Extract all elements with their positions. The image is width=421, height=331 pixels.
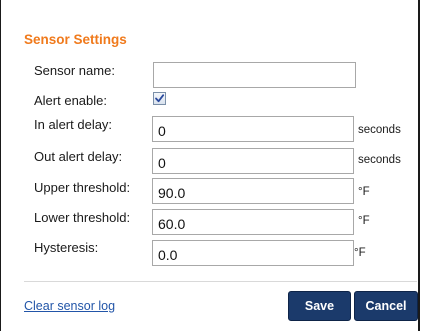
panel-title: Sensor Settings [24, 32, 127, 47]
sensor-name-label: Sensor name: [34, 63, 115, 78]
lower-threshold-label: Lower threshold: [34, 210, 131, 225]
checkmark-icon [155, 94, 165, 103]
upper-threshold-unit: °F [358, 186, 370, 198]
out-alert-delay-unit: seconds [358, 154, 401, 166]
sensor-name-input[interactable] [153, 62, 356, 88]
upper-threshold-label: Upper threshold: [34, 180, 131, 195]
in-alert-delay-unit: seconds [358, 124, 401, 136]
sensor-settings-panel: Sensor Settings Sensor name: Alert enabl… [0, 0, 420, 331]
cancel-button[interactable]: Cancel [354, 291, 418, 321]
hysteresis-label: Hysteresis: [34, 240, 99, 255]
alert-enable-label: Alert enable: [34, 93, 107, 108]
upper-threshold-input[interactable] [152, 178, 354, 204]
out-alert-delay-input[interactable] [152, 148, 354, 174]
footer-divider [24, 281, 417, 282]
clear-sensor-log-link[interactable]: Clear sensor log [24, 299, 115, 313]
out-alert-delay-label: Out alert delay: [34, 149, 123, 164]
in-alert-delay-input[interactable] [152, 116, 354, 142]
in-alert-delay-label: In alert delay: [34, 117, 113, 132]
hysteresis-unit: °F [354, 247, 366, 259]
alert-enable-checkbox[interactable] [153, 92, 166, 105]
save-button[interactable]: Save [288, 291, 351, 321]
lower-threshold-unit: °F [358, 215, 370, 227]
hysteresis-input[interactable] [152, 240, 354, 266]
lower-threshold-input[interactable] [152, 209, 354, 235]
